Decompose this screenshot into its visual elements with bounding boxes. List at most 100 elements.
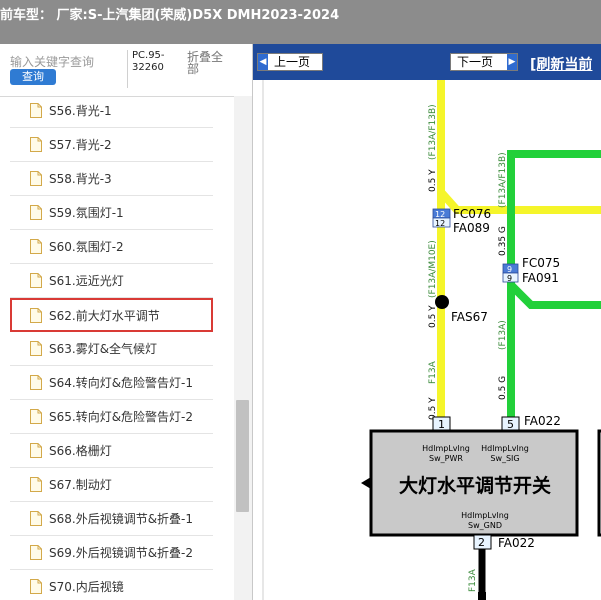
document-icon [30, 443, 42, 458]
search-input[interactable] [10, 54, 122, 70]
green-wire-group [507, 150, 601, 418]
toc-item-label: S67.制动灯 [49, 478, 112, 492]
document-icon [30, 137, 42, 152]
toc-item[interactable]: S57.背光-2 [10, 128, 213, 162]
toc-item-label: S59.氛围灯-1 [49, 206, 124, 220]
search-divider [127, 50, 128, 88]
green-wire-main [507, 150, 601, 418]
toc-item-label: S60.氛围灯-2 [49, 240, 124, 254]
document-icon [30, 579, 42, 594]
wiring-diagram: (F13A/F13B) 0.5 Y (F13A/M10E) 0.5 Y F13A… [253, 80, 601, 600]
wire-right-mid-spec: 0.5 G [498, 376, 508, 400]
wire-right-top-label: (F13A/F13B) [498, 152, 508, 208]
search-area: 查询 PC.95-32260 折叠全部 [0, 44, 252, 97]
search-button[interactable]: 查询 [10, 69, 56, 85]
switch-left-arrow [361, 477, 371, 489]
toc-item[interactable]: S70.内后视镜 [10, 570, 213, 600]
document-icon [30, 511, 42, 526]
yellow-wire-group [437, 80, 601, 418]
arrow-right-icon: ▶ [507, 54, 517, 70]
wiring-diagram-svg: (F13A/F13B) 0.5 Y (F13A/M10E) 0.5 Y F13A… [262, 80, 601, 600]
wire-left-top-label: (F13A/F13B) [428, 104, 438, 160]
pin-2: 2 [478, 536, 485, 549]
switch-pin5-func: Sw_SIG [490, 454, 519, 463]
wire-right-top-spec: 0.35 G [498, 226, 508, 256]
toc-item[interactable]: S56.背光-1 [10, 96, 213, 128]
connector-fc075-label: FC075 [522, 256, 560, 270]
document-icon [30, 341, 42, 356]
document-icon [30, 477, 42, 492]
document-icon [30, 239, 42, 254]
toc-item-label: S65.转向灯&危险警告灯-2 [49, 410, 194, 424]
toc-scrollbar-thumb[interactable] [236, 400, 249, 512]
fold-all-link[interactable]: 折叠全部 [187, 51, 231, 75]
document-icon [30, 205, 42, 220]
toc-item[interactable]: S59.氛围灯-1 [10, 196, 213, 230]
toc-item[interactable]: S68.外后视镜调节&折叠-1 [10, 502, 213, 536]
arrow-left-icon: ◀ [258, 54, 268, 70]
toc-item[interactable]: S58.背光-3 [10, 162, 213, 196]
pin-1: 1 [438, 418, 445, 431]
wire-right-mid-label: (F13A) [498, 320, 508, 350]
document-icon [30, 307, 42, 323]
toc-item[interactable]: S66.格栅灯 [10, 434, 213, 468]
right-panel: ◀ 上一页 下一页 ▶ [刷新当前 (F13A/F13B) 0.5 Y (F13… [253, 44, 601, 600]
toc-item[interactable]: S64.转向灯&危险警告灯-1 [10, 366, 213, 400]
wire-left-top-spec: 0.5 Y [428, 169, 438, 192]
window-title: 前车型： 厂家:S-上汽集团(荣威)D5X DMH2023-2024 [0, 8, 340, 23]
toc-item-label: S57.背光-2 [49, 138, 112, 152]
document-icon [30, 545, 42, 560]
toc-item-label: S69.外后视镜调节&折叠-2 [49, 546, 194, 560]
toc-item[interactable]: S61.远近光灯 [10, 264, 213, 298]
toc-item-label: S64.转向灯&危险警告灯-1 [49, 376, 194, 390]
toc-item-label: S66.格栅灯 [49, 444, 112, 458]
prev-page-label: 上一页 [274, 55, 311, 69]
toc-item-label: S56.背光-1 [49, 104, 112, 118]
window-title-bar: 前车型： 厂家:S-上汽集团(荣威)D5X DMH2023-2024 [0, 0, 601, 44]
switch-pin2-func: Sw_GND [468, 521, 502, 530]
refresh-current-link[interactable]: [刷新当前 [530, 54, 592, 74]
document-icon [30, 171, 42, 186]
splice-fas67-label: FAS67 [451, 310, 488, 324]
document-icon [30, 103, 42, 118]
toc-item[interactable]: S62.前大灯水平调节 [10, 298, 213, 332]
connector-fa022-top: FA022 [524, 414, 561, 428]
wire-left-mid-spec: 0.5 Y [428, 305, 438, 328]
toc-item-label: S61.远近光灯 [49, 274, 124, 288]
toc-item-label: S68.外后视镜调节&折叠-1 [49, 512, 194, 526]
toc-item[interactable]: S60.氛围灯-2 [10, 230, 213, 264]
toc-scrollbar-track[interactable] [234, 96, 252, 600]
document-icon [30, 273, 42, 288]
switch-pin1-name: HdlmpLvlng [422, 444, 470, 453]
toc-item-label: S62.前大灯水平调节 [49, 308, 160, 323]
wire-bottom-label: F13A [468, 568, 478, 592]
page-nav-bar: ◀ 上一页 下一页 ▶ [刷新当前 [253, 44, 601, 80]
toc-item-label: S58.背光-3 [49, 172, 112, 186]
toc-item[interactable]: S67.制动灯 [10, 468, 213, 502]
toc-item-label: S70.内后视镜 [49, 580, 124, 594]
switch-title: 大灯水平调节开关 [399, 474, 551, 497]
toc-item-label: S63.雾灯&全气候灯 [49, 342, 158, 356]
pin-12-bottom: 12 [435, 219, 445, 228]
wire-left-low-label: F13A [428, 360, 438, 384]
next-page-button[interactable]: 下一页 ▶ [450, 53, 518, 71]
toc-item[interactable]: S69.外后视镜调节&折叠-2 [10, 536, 213, 570]
prev-page-button[interactable]: ◀ 上一页 [257, 53, 323, 71]
switch-pin5-name: HdlmpLvlng [481, 444, 529, 453]
document-icon [30, 409, 42, 424]
switch-pin2-name: HdlmpLvlng [461, 511, 509, 520]
connector-fc076-label: FC076 [453, 207, 491, 221]
next-page-label: 下一页 [457, 55, 494, 69]
headlamp-leveling-switch: HdlmpLvlng Sw_PWR HdlmpLvlng Sw_SIG 大灯水平… [361, 429, 579, 537]
pin-5: 5 [507, 418, 514, 431]
toc-item[interactable]: S63.雾灯&全气候灯 [10, 332, 213, 366]
pin-9-bottom: 9 [507, 274, 512, 283]
splice-fas67-dot [435, 295, 449, 309]
toc-item[interactable]: S65.转向灯&危险警告灯-2 [10, 400, 213, 434]
document-icon [30, 375, 42, 390]
toc-list: S56.背光-1 S57.背光-2 S58.背光-3 S59.氛围灯-1 S60.氛围灯… [0, 96, 234, 600]
switch-pin1-func: Sw_PWR [429, 454, 463, 463]
wire-left-mid-label: (F13A/M10E) [428, 240, 438, 298]
connector-fa089-label: FA089 [453, 221, 490, 235]
pc-code: PC.95-32260 [132, 50, 165, 73]
